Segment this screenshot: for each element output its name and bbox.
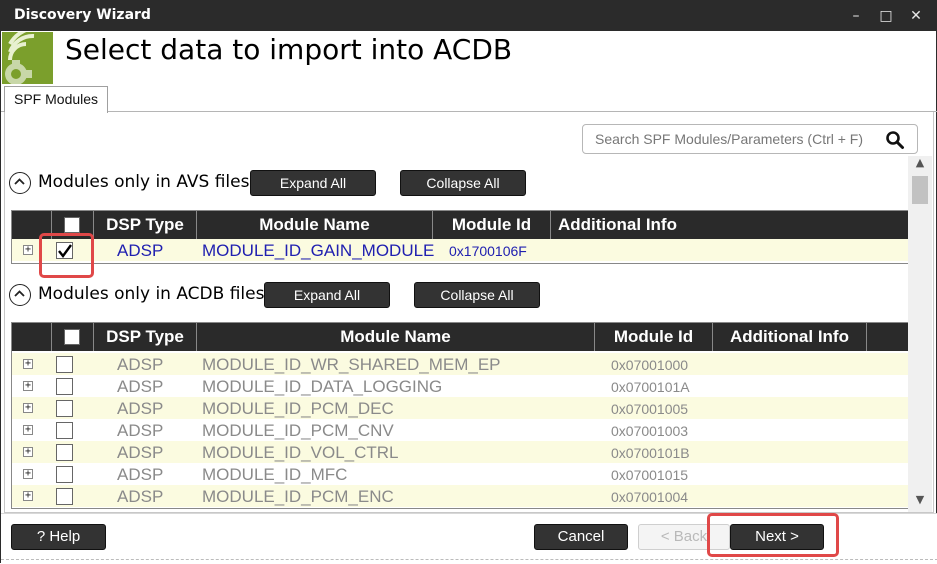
vertical-scrollbar[interactable]: ▲ ▼	[908, 156, 932, 512]
cell-module-id: 0x07001005	[611, 401, 689, 417]
header-dsp-type[interactable]: DSP Type	[94, 211, 197, 239]
cell-module-id: 0x0700101B	[611, 445, 690, 461]
close-button[interactable]: ✕	[903, 4, 929, 28]
cell-module-id: 0x0700101A	[611, 379, 690, 395]
select-all-checkbox[interactable]	[64, 329, 80, 345]
row-checkbox[interactable]	[56, 488, 73, 505]
expand-all-avs-button[interactable]: Expand All	[250, 170, 376, 196]
expand-row-icon[interactable]: +	[23, 447, 33, 457]
table-row[interactable]: + ADSP MODULE_ID_WR_SHARED_MEM_EP 0x0700…	[12, 353, 909, 375]
cell-dsp-type: ADSP	[117, 443, 164, 462]
maximize-button[interactable]: □	[873, 4, 899, 28]
cell-module-name: MODULE_ID_VOL_CTRL	[202, 443, 399, 462]
cell-module-id: 0x07001003	[611, 423, 689, 439]
grid-header: DSP Type Module Name Module Id Additiona…	[12, 323, 909, 351]
row-checkbox[interactable]	[56, 422, 73, 439]
window-bottom-edge	[1, 559, 937, 564]
header-module-id[interactable]: Module Id	[433, 211, 551, 239]
window-title: Discovery Wizard	[14, 7, 151, 23]
search-input[interactable]: Search SPF Modules/Parameters (Ctrl + F)	[582, 124, 918, 154]
header-module-name[interactable]: Module Name	[197, 211, 433, 239]
page-title: Select data to import into ACDB	[65, 33, 513, 66]
avs-modules-grid: DSP Type Module Name Module Id Additiona…	[11, 210, 910, 264]
table-row[interactable]: + ADSP MODULE_ID_GAIN_MODULE 0x1700106F	[12, 239, 909, 261]
cell-module-name: MODULE_ID_MFC	[202, 465, 348, 484]
cell-module-id: 0x1700106F	[449, 243, 527, 259]
collapse-all-avs-button[interactable]: Collapse All	[400, 170, 526, 196]
table-row[interactable]: + ADSP MODULE_ID_DATA_LOGGING 0x0700101A	[12, 375, 909, 397]
scroll-thumb[interactable]	[912, 176, 928, 204]
row-checkbox[interactable]	[56, 378, 73, 395]
scroll-down-arrow[interactable]: ▼	[908, 493, 932, 509]
expand-row-icon[interactable]: +	[23, 381, 33, 391]
expand-row-icon[interactable]: +	[23, 359, 33, 369]
cell-module-name: MODULE_ID_DATA_LOGGING	[202, 377, 443, 396]
table-row[interactable]: + ADSP MODULE_ID_PCM_CNV 0x07001003	[12, 419, 909, 441]
row-checkbox[interactable]	[56, 356, 73, 373]
collapse-all-acdb-button[interactable]: Collapse All	[414, 282, 540, 308]
cancel-button[interactable]: Cancel	[534, 524, 628, 550]
app-logo	[2, 32, 53, 84]
table-row[interactable]: + ADSP MODULE_ID_PCM_ENC 0x07001004	[12, 485, 909, 507]
title-bar: Discovery Wizard – □ ✕	[1, 1, 937, 31]
header-select-col	[52, 323, 94, 351]
cell-dsp-type: ADSP	[117, 465, 164, 484]
section-label-acdb: Modules only in ACDB files	[38, 284, 265, 304]
cell-module-id: 0x07001015	[611, 467, 689, 483]
cell-module-id: 0x07001004	[611, 489, 689, 505]
header-additional-info[interactable]: Additional Info	[713, 323, 867, 351]
search-icon[interactable]	[885, 130, 905, 150]
cell-module-name: MODULE_ID_PCM_DEC	[202, 399, 394, 418]
cell-dsp-type: ADSP	[117, 241, 164, 260]
header-module-name[interactable]: Module Name	[197, 323, 595, 351]
tab-spf-modules[interactable]: SPF Modules	[4, 86, 108, 113]
expand-row-icon[interactable]: +	[23, 469, 33, 479]
tab-strip: SPF Modules	[1, 85, 937, 113]
table-row[interactable]: + ADSP MODULE_ID_MFC 0x07001015	[12, 463, 909, 485]
header-spacer	[867, 323, 909, 351]
expand-row-icon[interactable]: +	[23, 425, 33, 435]
highlight-checkbox-annotation	[39, 233, 94, 278]
cell-dsp-type: ADSP	[117, 421, 164, 440]
cell-module-name: MODULE_ID_PCM_CNV	[202, 421, 394, 440]
grid-header: DSP Type Module Name Module Id Additiona…	[12, 211, 909, 239]
header-module-id[interactable]: Module Id	[595, 323, 713, 351]
header-dsp-type[interactable]: DSP Type	[94, 323, 197, 351]
acdb-modules-grid: DSP Type Module Name Module Id Additiona…	[11, 322, 910, 509]
row-checkbox[interactable]	[56, 444, 73, 461]
expand-all-acdb-button[interactable]: Expand All	[264, 282, 390, 308]
cell-module-id: 0x07001000	[611, 357, 689, 373]
scroll-up-arrow[interactable]: ▲	[908, 156, 932, 172]
expand-row-icon[interactable]: +	[23, 403, 33, 413]
discovery-wizard-window: Discovery Wizard – □ ✕ Select data to im…	[0, 0, 937, 564]
cell-module-name: MODULE_ID_PCM_ENC	[202, 487, 394, 506]
table-row[interactable]: + ADSP MODULE_ID_PCM_DEC 0x07001005	[12, 397, 909, 419]
cell-dsp-type: ADSP	[117, 355, 164, 374]
section-label-avs: Modules only in AVS files	[38, 172, 250, 192]
expand-row-icon[interactable]: +	[23, 491, 33, 501]
header-additional-info[interactable]: Additional Info	[551, 211, 909, 239]
cell-dsp-type: ADSP	[117, 399, 164, 418]
select-all-checkbox[interactable]	[64, 217, 80, 233]
expand-row-icon[interactable]: +	[23, 245, 33, 255]
highlight-next-annotation	[707, 513, 839, 557]
cell-module-name: MODULE_ID_GAIN_MODULE	[202, 241, 435, 260]
row-checkbox[interactable]	[56, 466, 73, 483]
help-button[interactable]: ? Help	[11, 524, 106, 550]
minimize-button[interactable]: –	[843, 4, 869, 28]
cell-module-name: MODULE_ID_WR_SHARED_MEM_EP	[202, 355, 501, 374]
cell-dsp-type: ADSP	[117, 377, 164, 396]
search-placeholder: Search SPF Modules/Parameters (Ctrl + F)	[595, 131, 864, 147]
cell-dsp-type: ADSP	[117, 487, 164, 506]
header-expand-col	[12, 323, 52, 351]
row-checkbox[interactable]	[56, 400, 73, 417]
collapse-section-avs-icon[interactable]	[9, 172, 31, 194]
table-row[interactable]: + ADSP MODULE_ID_VOL_CTRL 0x0700101B	[12, 441, 909, 463]
collapse-section-acdb-icon[interactable]	[9, 284, 31, 306]
